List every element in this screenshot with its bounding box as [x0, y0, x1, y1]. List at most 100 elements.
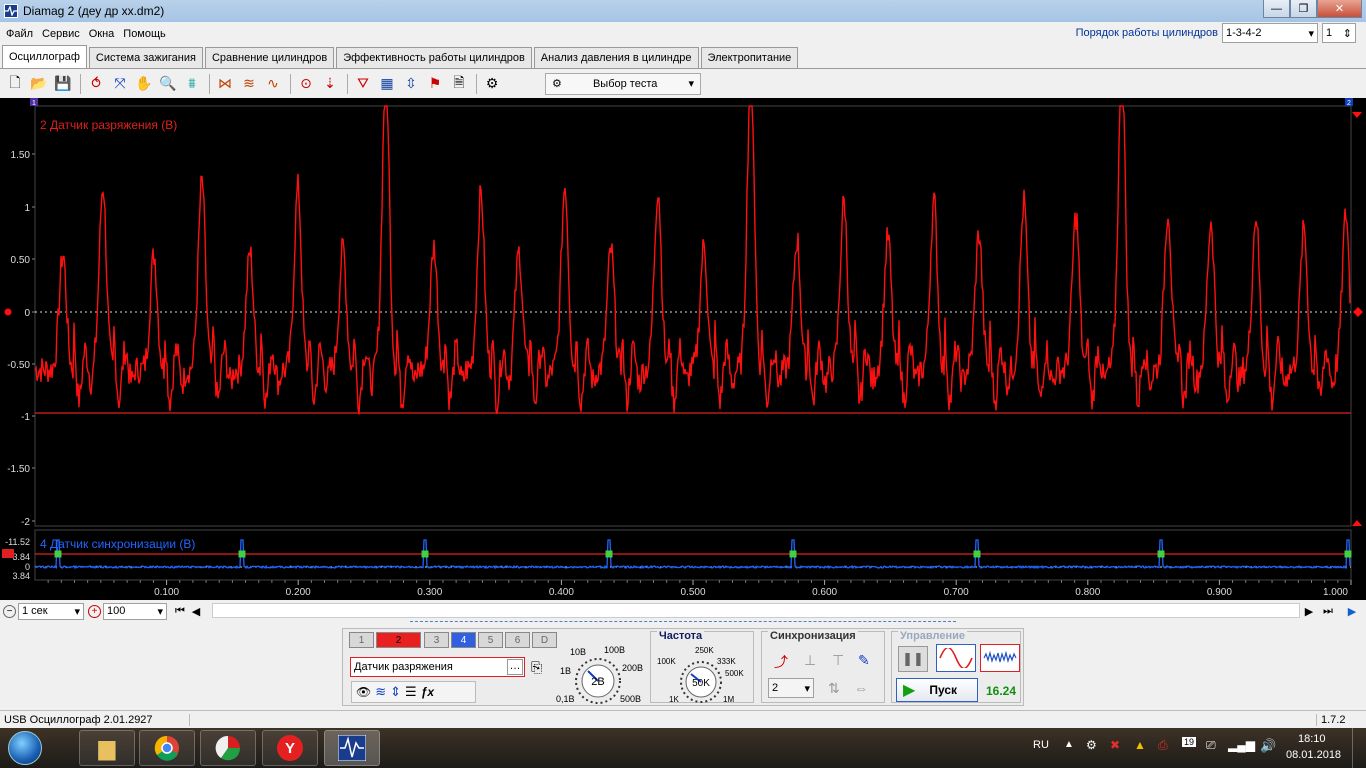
- diamag-taskbar-button[interactable]: [324, 730, 380, 766]
- grid-icon[interactable]: ▦: [376, 73, 398, 95]
- start-button[interactable]: ▶ Пуск: [896, 678, 978, 702]
- menu-file[interactable]: Файл: [3, 28, 36, 40]
- single-wave-button[interactable]: [936, 644, 976, 672]
- tab-cylinder-efficiency[interactable]: Эффективность работы цилиндров: [336, 47, 532, 68]
- wave-compare-icon[interactable]: ∿: [262, 73, 284, 95]
- tray-icon-settings[interactable]: ⚙: [1086, 738, 1097, 752]
- yandex-taskbar-button[interactable]: Y: [262, 730, 318, 766]
- cursor-mode-icon[interactable]: ⥀: [85, 73, 107, 95]
- auto-sync-icon[interactable]: ✎: [858, 652, 870, 669]
- offset-icon[interactable]: ⇕: [390, 684, 401, 700]
- line-style-icon[interactable]: ☰: [405, 684, 417, 700]
- channel-5-button[interactable]: 5: [478, 632, 503, 648]
- chrome-taskbar-button[interactable]: [139, 730, 195, 766]
- tab-cylinder-compare[interactable]: Сравнение цилиндров: [204, 47, 335, 68]
- probe-settings-icon[interactable]: ⎘: [531, 659, 542, 676]
- menu-help[interactable]: Помощь: [120, 28, 169, 40]
- report-icon[interactable]: 🗎: [448, 73, 470, 95]
- minimize-button[interactable]: —: [1263, 0, 1290, 18]
- scroll-left-icon[interactable]: ◀: [189, 605, 203, 618]
- channel-3-button[interactable]: 3: [424, 632, 449, 648]
- voltage-label-500v: 500В: [620, 694, 641, 704]
- scroll-right-icon[interactable]: ▶: [1302, 605, 1316, 618]
- pulse-up-icon[interactable]: ⊥: [804, 652, 816, 669]
- sync-level-icon[interactable]: ⇅: [828, 680, 840, 697]
- channel-4-button[interactable]: 4: [451, 632, 476, 648]
- pulse-down-icon[interactable]: ⊤: [832, 652, 844, 669]
- channel-d-button[interactable]: D: [532, 632, 557, 648]
- tab-pressure-analysis[interactable]: Анализ давления в цилиндре: [533, 47, 699, 68]
- start-orb-icon[interactable]: [8, 731, 42, 765]
- open-folder-icon[interactable]: 📂: [28, 73, 50, 95]
- panel-splitter[interactable]: [410, 621, 956, 625]
- waveform-canvas[interactable]: 2 Датчик разряжения (В) 1.5010.500-0.50-…: [0, 98, 1366, 600]
- firing-order-select[interactable]: 1-3-4-2 ▾: [1222, 23, 1318, 43]
- more-options-button[interactable]: …: [507, 659, 523, 675]
- timebase-select[interactable]: 1 сек ▾: [18, 602, 84, 620]
- volume-icon[interactable]: 🔊: [1260, 738, 1276, 754]
- tray-icon-triangle[interactable]: ▲: [1134, 738, 1146, 752]
- tab-power-supply[interactable]: Электропитание: [700, 47, 799, 68]
- auto-settings-icon[interactable]: ⚙: [481, 73, 503, 95]
- visibility-icon[interactable]: 👁: [356, 685, 371, 699]
- network-signal-icon[interactable]: ▂▄▆: [1228, 738, 1255, 752]
- cylinder-count-select[interactable]: 1 ⇕: [1322, 23, 1356, 43]
- compress-x-icon[interactable]: ⋈: [214, 73, 236, 95]
- zoom-icon[interactable]: 🔍: [157, 73, 179, 95]
- new-file-icon[interactable]: 🗋: [4, 73, 26, 95]
- go-start-icon[interactable]: ⏮: [171, 605, 189, 618]
- frequency-knob[interactable]: 50K 250K 100K 333K 500K 1K 1M: [651, 632, 755, 704]
- function-icon[interactable]: ƒx: [421, 685, 434, 699]
- pause-button[interactable]: ❚❚: [898, 646, 928, 672]
- horizontal-scrollbar[interactable]: [212, 603, 1300, 618]
- continuous-wave-button[interactable]: [980, 644, 1020, 672]
- go-end-icon[interactable]: ⏭: [1318, 605, 1338, 618]
- wave-overlay-icon[interactable]: ≋: [238, 73, 260, 95]
- auto-scale-icon[interactable]: ⊙: [295, 73, 317, 95]
- invert-icon[interactable]: ≋: [375, 684, 386, 700]
- tab-oscilloscope[interactable]: Осциллограф: [2, 45, 87, 68]
- tray-icon-printer[interactable]: ⎙: [1158, 738, 1168, 753]
- ch2-offset-marker[interactable]: [4, 308, 12, 316]
- filter-icon[interactable]: ⩩: [181, 73, 203, 95]
- tab-ignition[interactable]: Система зажигания: [88, 47, 203, 68]
- tray-icon-device[interactable]: ⎚: [1206, 738, 1216, 753]
- save-icon[interactable]: 💾: [52, 73, 74, 95]
- play-forward-icon[interactable]: ▶: [1344, 605, 1360, 618]
- ch2-right-marker[interactable]: [1353, 307, 1363, 317]
- zero-offset-icon[interactable]: ⇣: [319, 73, 341, 95]
- menu-windows[interactable]: Окна: [86, 28, 118, 40]
- show-desktop-button[interactable]: [1352, 728, 1366, 768]
- explorer-taskbar-button[interactable]: ▆: [79, 730, 135, 766]
- ch4-offset-marker[interactable]: [2, 549, 14, 558]
- zoom-select[interactable]: 100 ▾: [103, 602, 167, 620]
- sync-channel-select[interactable]: 2 ▾: [768, 678, 814, 698]
- app-taskbar-button[interactable]: [200, 730, 256, 766]
- channel-1-button[interactable]: 1: [349, 632, 374, 648]
- voltage-knob[interactable]: 2В 10В 100В 1В 200В 0,1В 500В: [556, 629, 646, 707]
- test-select[interactable]: ⚙ Выбор теста ▾: [545, 72, 701, 95]
- channel-2-button[interactable]: 2: [376, 632, 421, 648]
- zoom-out-icon[interactable]: −: [3, 604, 16, 618]
- rising-edge-icon[interactable]: ⤴: [774, 652, 788, 672]
- language-indicator[interactable]: RU: [1033, 739, 1049, 751]
- flag-marker-icon[interactable]: ⚑: [424, 73, 446, 95]
- axis-scale-icon[interactable]: ⤧: [109, 73, 131, 95]
- menu-service[interactable]: Сервис: [39, 28, 83, 40]
- tray-icon-close[interactable]: ✖: [1110, 738, 1120, 752]
- oscilloscope-display[interactable]: 2 Датчик разряжения (В) 1.50 1 0.50 0 -0.50-…: [0, 98, 1366, 600]
- sync-shift-icon[interactable]: ⇔: [854, 680, 868, 696]
- maximize-button[interactable]: ❐: [1290, 0, 1317, 18]
- channel-filter-icon[interactable]: ⛛: [352, 73, 374, 95]
- channel-6-button[interactable]: 6: [505, 632, 530, 648]
- close-button[interactable]: ✕: [1317, 0, 1362, 18]
- hand-pan-icon[interactable]: ✋: [133, 73, 155, 95]
- channel-name-field[interactable]: Датчик разряжения …: [350, 657, 525, 677]
- calendar-badge[interactable]: 19: [1182, 737, 1197, 747]
- clock-time[interactable]: 18:10: [1298, 733, 1326, 745]
- split-icon[interactable]: ⇳: [400, 73, 422, 95]
- show-hidden-icons[interactable]: ▲: [1064, 739, 1074, 750]
- x-tick-label: 0.700: [944, 587, 969, 598]
- clock-date[interactable]: 08.01.2018: [1286, 749, 1341, 761]
- zoom-in-icon[interactable]: +: [88, 604, 101, 618]
